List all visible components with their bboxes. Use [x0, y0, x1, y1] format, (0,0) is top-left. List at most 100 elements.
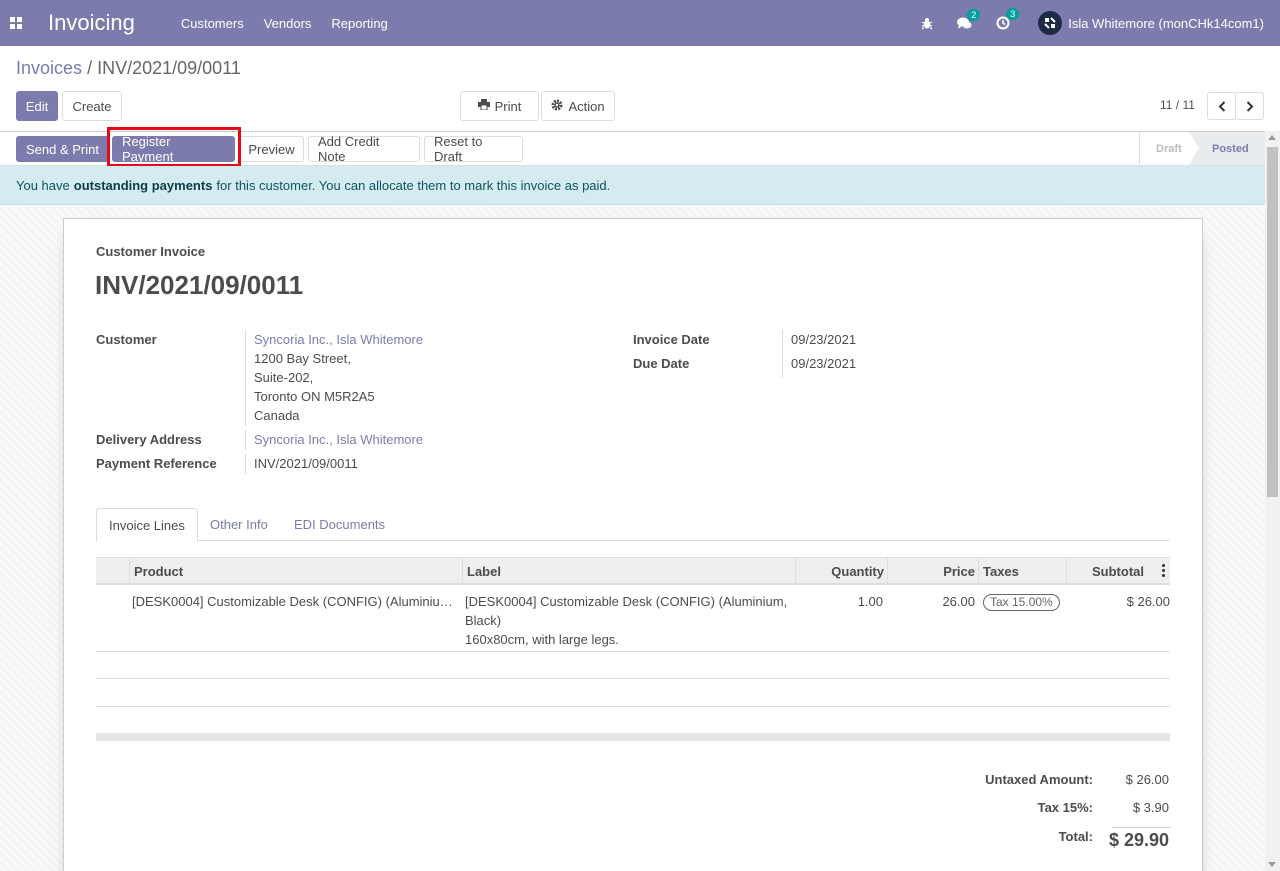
total-value: $ 29.90 — [1108, 830, 1169, 850]
outstanding-payments-alert: You have outstanding payments for this c… — [0, 166, 1265, 205]
menu-vendors[interactable]: Vendors — [264, 16, 312, 31]
optional-columns-icon[interactable] — [1162, 564, 1166, 577]
activities-badge: 3 — [1006, 8, 1020, 20]
address-line-1: 1200 Bay Street, — [254, 351, 351, 366]
pager-value[interactable]: 11 / 11 — [1160, 98, 1195, 112]
column-quantity[interactable]: Quantity — [795, 558, 888, 585]
user-avatar[interactable] — [1038, 11, 1063, 35]
invoice-date-value: 09/23/2021 — [791, 332, 857, 347]
gear-icon — [551, 99, 563, 114]
column-label[interactable]: Label — [462, 558, 796, 585]
breadcrumb-invoices[interactable]: Invoices — [16, 58, 82, 78]
due-date-value: 09/23/2021 — [791, 356, 857, 371]
alert-prefix: You have — [16, 177, 70, 193]
column-taxes[interactable]: Taxes — [978, 558, 1067, 585]
print-button[interactable]: Print — [460, 91, 539, 121]
alert-bold: outstanding payments — [73, 177, 213, 193]
action-button[interactable]: Action — [541, 91, 615, 121]
row-product[interactable]: [DESK0004] Customizable Desk (CONFIG) (A… — [132, 592, 457, 611]
tax-value: $ 3.90 — [1132, 800, 1169, 815]
pager-next-button[interactable] — [1235, 92, 1264, 120]
user-name[interactable]: Isla Whitemore (monCHk14com1) — [1068, 16, 1264, 31]
empty-row — [96, 652, 1170, 679]
table-row[interactable]: [DESK0004] Customizable Desk (CONFIG) (A… — [96, 586, 1170, 652]
top-navbar: Invoicing Customers Vendors Reporting 2 … — [0, 0, 1280, 46]
create-button[interactable]: Create — [62, 91, 122, 121]
row-price[interactable]: 26.00 — [887, 592, 975, 611]
breadcrumb-separator: / — [87, 58, 93, 78]
handle-column-header — [96, 558, 130, 585]
invoice-date-label: Invoice Date — [633, 332, 710, 347]
row-label-line-2: Black) — [465, 613, 502, 628]
scroll-up-arrow-icon[interactable] — [1268, 135, 1276, 140]
page-scrollbar[interactable] — [1265, 131, 1280, 871]
chevron-left-icon — [1218, 100, 1225, 112]
document-type: Customer Invoice — [96, 244, 206, 259]
app-name[interactable]: Invoicing — [48, 10, 135, 36]
column-subtotal[interactable]: Subtotal — [1066, 558, 1170, 585]
customer-label: Customer — [96, 332, 157, 347]
untaxed-amount-value: $ 26.00 — [1125, 772, 1169, 787]
action-label: Action — [568, 98, 605, 114]
total-label: Total: — [1058, 829, 1093, 844]
preview-button[interactable]: Preview — [239, 136, 304, 162]
row-subtotal: $ 26.00 — [1126, 594, 1170, 609]
empty-row — [96, 707, 1170, 734]
apps-menu-icon[interactable] — [0, 0, 32, 46]
bug-icon[interactable] — [921, 17, 933, 30]
payment-reference-label: Payment Reference — [96, 456, 217, 471]
stage-arrow — [1189, 132, 1199, 165]
menu-reporting[interactable]: Reporting — [331, 16, 387, 31]
table-footer — [96, 733, 1170, 741]
pager-previous-button[interactable] — [1207, 92, 1236, 120]
messages-icon[interactable]: 2 — [957, 8, 981, 30]
form-statusbar: Send & Print Register Payment Preview Ad… — [0, 131, 1265, 166]
register-payment-button[interactable]: Register Payment — [112, 134, 235, 164]
breadcrumb: Invoices / INV/2021/09/0011 — [16, 58, 241, 79]
empty-row — [96, 680, 1170, 707]
tab-other-info[interactable]: Other Info — [198, 508, 280, 541]
invoice-lines-header: Product Label Quantity Price Taxes Subto… — [96, 557, 1170, 585]
menu-customers[interactable]: Customers — [181, 16, 244, 31]
row-label-line-3: 160x80cm, with large legs. — [465, 632, 619, 647]
untaxed-amount-label: Untaxed Amount: — [985, 772, 1093, 787]
invoice-number: INV/2021/09/0011 — [95, 270, 304, 300]
address-line-3: Toronto ON M5R2A5 — [254, 389, 375, 404]
reset-to-draft-button[interactable]: Reset to Draft — [424, 134, 523, 164]
scroll-down-arrow-icon[interactable] — [1268, 862, 1276, 867]
add-credit-note-button[interactable]: Add Credit Note — [308, 134, 420, 164]
scroll-thumb[interactable] — [1267, 147, 1278, 497]
breadcrumb-current: INV/2021/09/0011 — [97, 58, 241, 78]
print-icon — [477, 99, 490, 113]
due-date-label: Due Date — [633, 356, 690, 371]
tax-tag: Tax 15.00% — [983, 594, 1060, 611]
send-print-button[interactable]: Send & Print — [16, 136, 109, 162]
row-label-line-1: [DESK0004] Customizable Desk (CONFIG) (A… — [465, 594, 788, 609]
payment-reference-value: INV/2021/09/0011 — [254, 456, 358, 471]
row-label[interactable]: [DESK0004] Customizable Desk (CONFIG) (A… — [465, 592, 793, 649]
alert-suffix: for this customer. You can allocate them… — [216, 177, 611, 193]
edit-button[interactable]: Edit — [16, 91, 58, 121]
tab-invoice-lines[interactable]: Invoice Lines — [96, 508, 198, 542]
messages-badge: 2 — [967, 8, 981, 21]
print-label: Print — [494, 98, 522, 114]
delivery-address-label: Delivery Address — [96, 432, 202, 447]
tax-label: Tax 15%: — [1037, 800, 1093, 815]
delivery-address-link[interactable]: Syncoria Inc., Isla Whitemore — [254, 430, 423, 449]
row-quantity[interactable]: 1.00 — [795, 592, 883, 611]
field-separator — [245, 330, 246, 426]
column-price[interactable]: Price — [887, 558, 979, 585]
stage-draft[interactable]: Draft — [1139, 132, 1189, 165]
activities-clock-icon[interactable]: 3 — [996, 8, 1020, 30]
customer-link[interactable]: Syncoria Inc., Isla Whitemore — [254, 330, 423, 349]
address-line-2: Suite-202, — [254, 370, 314, 385]
stage-posted[interactable]: Posted — [1189, 132, 1265, 165]
address-line-4: Canada — [254, 408, 300, 423]
field-separator — [245, 430, 246, 450]
field-separator — [245, 454, 246, 474]
field-separator — [782, 330, 783, 378]
row-taxes[interactable]: Tax 15.00% — [983, 592, 1060, 611]
notebook-tabs: Invoice Lines Other Info EDI Documents — [96, 508, 1170, 542]
column-product[interactable]: Product — [129, 558, 463, 585]
tab-edi-documents[interactable]: EDI Documents — [282, 508, 397, 541]
